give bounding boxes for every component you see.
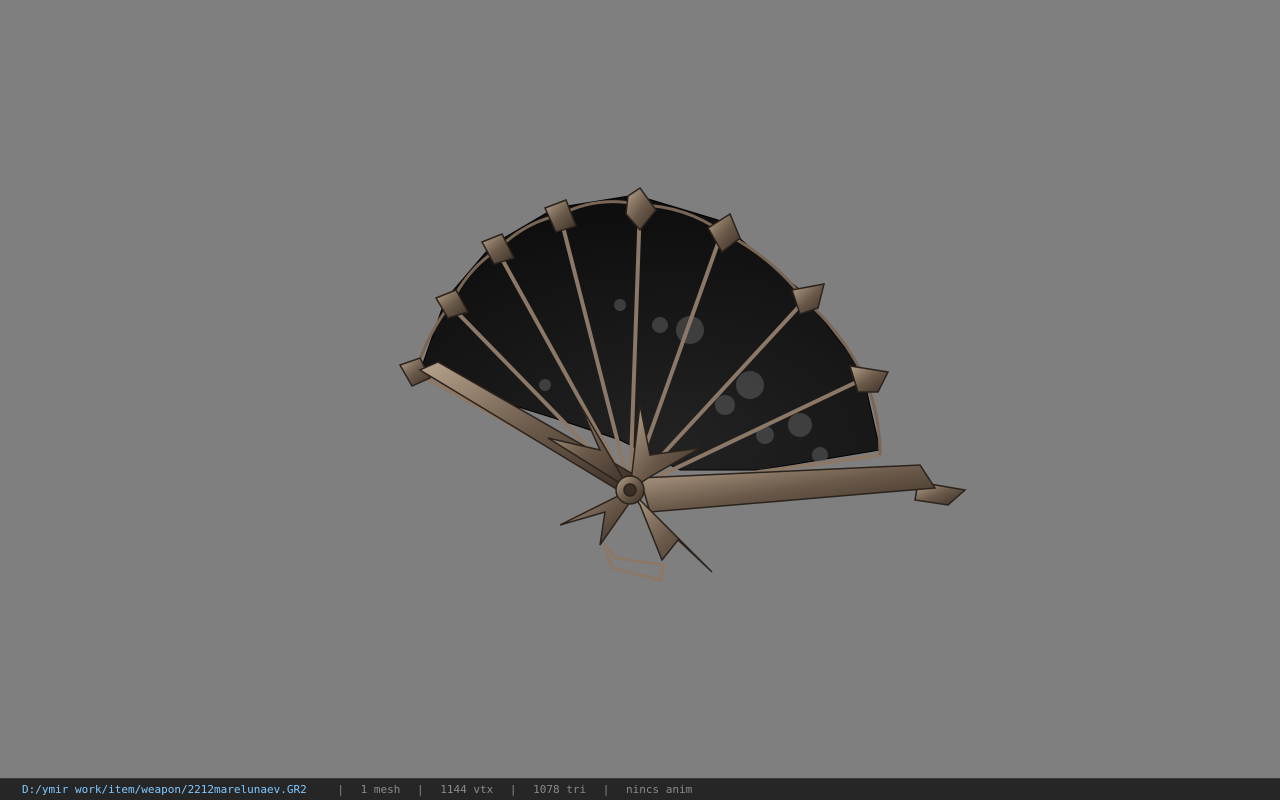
3d-viewport[interactable] [0, 0, 1280, 778]
animation-info-label: nincs anim [626, 783, 693, 796]
status-separator: | [509, 783, 517, 796]
status-separator: | [417, 783, 424, 796]
triangle-count-label: 1078 tri [533, 783, 587, 796]
right-guard-stick [639, 464, 937, 513]
file-path-label: D:/ymir work/item/weapon/2212marelunaev.… [22, 783, 307, 796]
fan-model-render[interactable] [0, 0, 1280, 778]
status-separator: | [602, 783, 610, 796]
vertex-count-label: 1144 vtx [440, 783, 494, 796]
mesh-count-label: 1 mesh [360, 783, 401, 796]
status-separator: | [337, 783, 345, 796]
status-bar: D:/ymir work/item/weapon/2212marelunaev.… [0, 778, 1280, 800]
